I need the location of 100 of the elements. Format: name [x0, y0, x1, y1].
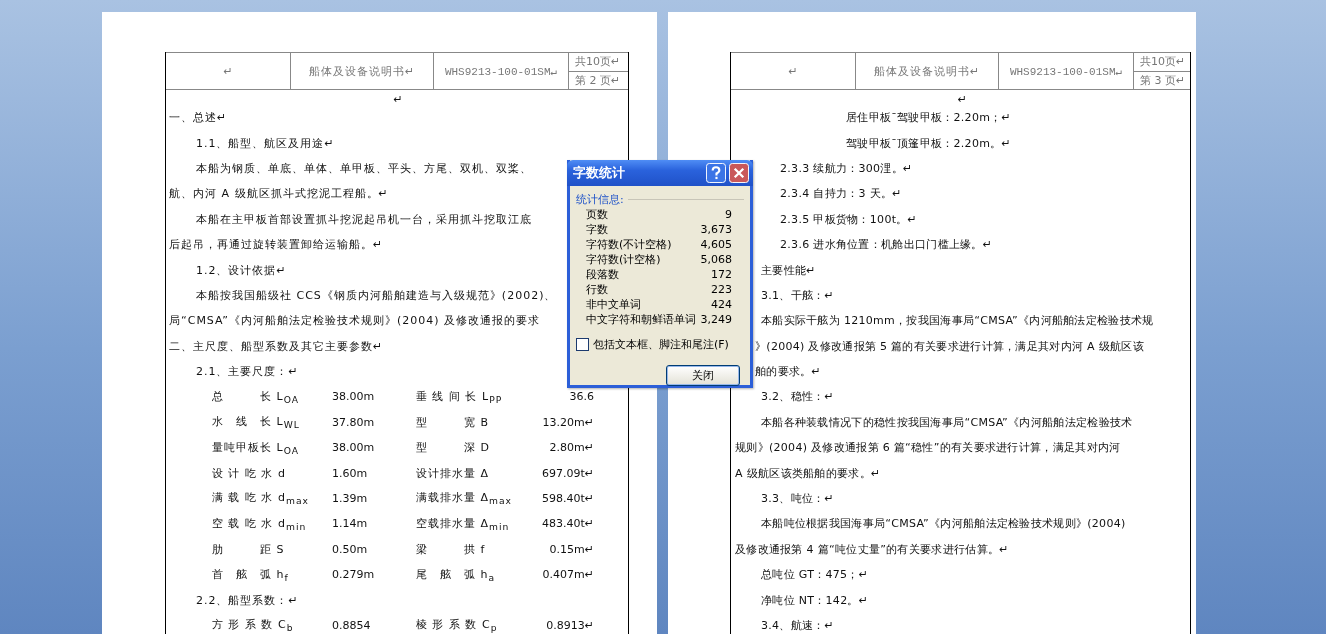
- paragraph-text: 2.3.3 续航力：300浬。↵: [780, 160, 913, 176]
- paragraph-text: 本船实际干舷为 1210mm，按我国海事局“CMSA”《内河船舶法定检验技术规: [761, 313, 1154, 329]
- stat-value: 3,249: [700, 313, 732, 326]
- paragraph-text: 本船在主甲板首部设置抓斗挖泥起吊机一台，采用抓斗挖取江底: [196, 211, 532, 227]
- parameter-text: 垂 线 间 长 L$_{PP}$: [415, 388, 504, 406]
- paragraph-text: 局“CMSA”《内河船舶法定检验技术规则》(2004) 及修改通报的要求: [169, 313, 540, 329]
- paragraph-text: 2.2、船型系数：↵: [196, 592, 299, 608]
- parameter-text: 483.40t↵: [540, 517, 594, 531]
- stat-value: 223: [711, 283, 732, 296]
- parameter-text: 肋 距 S: [212, 541, 286, 557]
- page-total: 共10页↵: [574, 54, 622, 71]
- close-icon[interactable]: [729, 163, 749, 183]
- parameter-text: 0.279m: [331, 568, 376, 582]
- stat-label: 段落数: [586, 267, 619, 282]
- parameter-text: 方 形 系 数 C$_{b}$: [212, 617, 295, 634]
- parameter-text: 量吨甲板长 L$_{OA}$: [212, 439, 300, 456]
- stat-value: 5,068: [700, 253, 732, 266]
- parameter-text: 36.6: [568, 390, 594, 404]
- checkbox[interactable]: [576, 338, 589, 351]
- stat-label: 字符数(不计空格): [586, 237, 672, 252]
- parameter-text: 0.8854: [331, 619, 372, 632]
- dialog-title: 字数统计: [573, 164, 626, 182]
- close-button[interactable]: 关闭: [666, 365, 740, 386]
- page-number: 第 3 页↵: [1134, 70, 1190, 89]
- parameter-text: 38.00m: [331, 441, 376, 455]
- paragraph-text: 》(2004) 及修改通报第 5 篇的有关要求进行计算，满足其对内河 A 级航区该: [755, 338, 1144, 354]
- stat-value: 424: [711, 298, 732, 311]
- paragraph-text: 本船各种装载情况下的稳性按我国海事局“CMSA”《内河船舶法定检验技术: [761, 414, 1133, 430]
- parameter-text: 1.14m: [331, 517, 369, 531]
- parameter-text: 水 线 长 L$_{WL}$: [212, 414, 301, 431]
- header-cell: ↵: [166, 53, 291, 89]
- parameter-text: 2.80m↵: [548, 441, 594, 455]
- stat-value: 172: [711, 268, 732, 281]
- parameter-text: 0.15m↵: [548, 542, 594, 556]
- parameter-text: 型 宽 B: [415, 414, 491, 430]
- page-total: 共10页↵: [1139, 54, 1187, 71]
- paragraph-text: 总吨位 GT：475；↵: [761, 567, 869, 583]
- parameter-text: 1.60m: [331, 466, 369, 480]
- parameter-text: 满载排水量 Δ$_{max}$: [415, 490, 513, 507]
- header-title: 船体及设备说明书↵: [856, 53, 999, 89]
- stat-value: 9: [725, 208, 732, 221]
- paragraph-text: 净吨位 NT：142。↵: [761, 592, 869, 608]
- parameter-text: 棱 形 系 数 C$_{p}$: [415, 617, 499, 634]
- parameter-text: 0.50m: [331, 542, 369, 556]
- paragraph-text: 1.1、船型、航区及用途↵: [196, 135, 335, 151]
- page-number: 第 2 页↵: [569, 70, 628, 89]
- parameter-text: 梁 拱 f: [415, 541, 487, 557]
- paragraph-text: 3.1、干舷：↵: [761, 287, 835, 303]
- paragraph-text: 3.4、航速：↵: [761, 618, 835, 633]
- stat-label: 非中文单词: [586, 297, 641, 312]
- checkbox-label[interactable]: 包括文本框、脚注和尾注(F): [593, 337, 729, 352]
- paragraph-text: ↵: [957, 92, 968, 106]
- stat-label: 字数: [586, 222, 608, 237]
- parameter-text: 697.09t↵: [540, 466, 594, 480]
- paragraph-text: 一、总述↵: [169, 110, 228, 126]
- paragraph-text: 居住甲板¯驾驶甲板：2.20m；↵: [846, 110, 1012, 126]
- paragraph-text: 及修改通报第 4 篇“吨位丈量”的有关要求进行估算。↵: [735, 541, 1009, 557]
- header-code: WHS9213-100-01SM↵: [434, 53, 569, 89]
- paragraph-text: 1.2、设计依据↵: [196, 262, 287, 278]
- header-code: WHS9213-100-01SM↵: [999, 53, 1134, 89]
- section-title: 统计信息:: [576, 192, 624, 207]
- parameter-text: 首 舷 弧 h$_{f}$: [212, 566, 290, 583]
- paragraph-text: 本船吨位根据我国海事局“CMSA”《内河船舶法定检验技术规则》(2004): [761, 516, 1126, 532]
- paragraph-text: 后起吊，再通过旋转装置卸给运输船。↵: [169, 237, 384, 253]
- parameter-text: 0.8913↵: [545, 619, 594, 632]
- parameter-text: 37.80m: [331, 415, 376, 429]
- stat-label: 行数: [586, 282, 608, 297]
- parameter-text: 38.00m: [331, 390, 376, 404]
- stat-label: 字符数(计空格): [586, 252, 661, 267]
- paragraph-text: A 级航区该类船舶的要求。↵: [735, 465, 881, 481]
- paragraph-text: 二、主尺度、船型系数及其它主要参数↵: [169, 338, 384, 354]
- parameter-text: 空 载 吃 水 d$_{min}$: [212, 515, 308, 533]
- parameter-text: 0.407m↵: [541, 568, 594, 582]
- parameter-text: 尾 舷 弧 h$_{a}$: [415, 566, 497, 583]
- paragraph-text: 本船按我国船级社 CCS《钢质内河船舶建造与入级规范》(2002)、: [196, 287, 557, 303]
- stat-label: 中文字符和朝鲜语单词: [586, 312, 696, 327]
- header-title: 船体及设备说明书↵: [291, 53, 434, 89]
- stat-value: 4,605: [700, 238, 732, 251]
- header-cell: ↵: [731, 53, 856, 89]
- parameter-text: 总 长 L$_{OA}$: [212, 388, 300, 406]
- paragraph-text: 驾驶甲板¯顶篷甲板：2.20m。↵: [846, 135, 1012, 151]
- paragraph-text: 规则》(2004) 及修改通报第 6 篇“稳性”的有关要求进行计算，满足其对内河: [735, 440, 1121, 456]
- paragraph-text: 2.1、主要尺度：↵: [196, 364, 299, 380]
- parameter-text: 1.39m: [331, 492, 369, 506]
- paragraph-text: 本船为钢质、单底、单体、单甲板、平头、方尾、双机、双桨、: [196, 160, 532, 176]
- stat-label: 页数: [586, 207, 608, 222]
- parameter-text: 设计排水量 Δ: [415, 465, 491, 481]
- paragraph-text: ↵: [393, 92, 404, 106]
- parameter-text: 空载排水量 Δ$_{min}$: [415, 515, 511, 533]
- parameter-text: 598.40t↵: [540, 492, 594, 506]
- parameter-text: 型 深 D: [415, 440, 491, 456]
- parameter-text: 满 载 吃 水 d$_{max}$: [212, 490, 310, 507]
- help-icon[interactable]: [706, 163, 726, 183]
- stat-value: 3,673: [700, 223, 732, 236]
- paragraph-text: 3.3、吨位：↵: [761, 491, 835, 507]
- parameter-text: 设 计 吃 水 d: [212, 465, 287, 481]
- parameter-text: 13.20m↵: [541, 415, 594, 429]
- paragraph-text: 2.3.4 自持力：3 天。↵: [780, 186, 902, 202]
- paragraph-text: 舶的要求。↵: [755, 364, 822, 380]
- paragraph-text: 3.2、稳性：↵: [761, 389, 835, 405]
